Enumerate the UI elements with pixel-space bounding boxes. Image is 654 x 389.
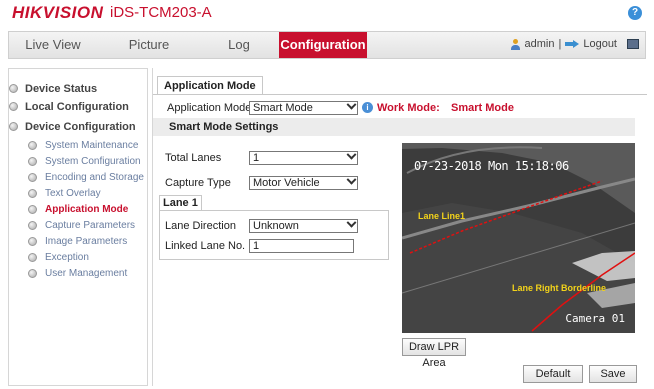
draw-lpr-area-button[interactable]: Draw LPR Area bbox=[402, 338, 466, 369]
camera-label: Camera 01 bbox=[565, 312, 625, 325]
bullet-icon bbox=[28, 205, 37, 214]
tab-application-mode[interactable]: Application Mode bbox=[157, 76, 263, 94]
help-icon[interactable]: ? bbox=[628, 6, 642, 20]
tab-configuration[interactable]: Configuration bbox=[279, 32, 367, 58]
bullet-icon bbox=[28, 157, 37, 166]
sidebar-sub-system-configuration[interactable]: System Configuration bbox=[28, 155, 141, 168]
total-lanes-label: Total Lanes bbox=[165, 152, 222, 164]
sidebar-sub-text-overlay[interactable]: Text Overlay bbox=[28, 187, 101, 200]
main-nav: Live View Picture Log Configuration admi… bbox=[8, 31, 646, 59]
chevron-down-icon bbox=[346, 149, 357, 160]
sidebar-sub-user-management[interactable]: User Management bbox=[28, 267, 127, 280]
sidebar-sub-system-maintenance[interactable]: System Maintenance bbox=[28, 139, 138, 152]
chevron-down-icon bbox=[346, 174, 357, 185]
smart-settings-header: Smart Mode Settings bbox=[153, 118, 635, 136]
user-icon bbox=[510, 38, 521, 50]
bullet-icon bbox=[28, 269, 37, 278]
info-icon[interactable]: i bbox=[362, 102, 373, 113]
app-mode-label: Application Mode bbox=[167, 102, 252, 114]
linked-lane-label: Linked Lane No. bbox=[165, 240, 246, 252]
default-button[interactable]: Default bbox=[523, 365, 583, 383]
tab-log[interactable]: Log bbox=[195, 32, 283, 58]
capture-type-select[interactable]: Motor Vehicle bbox=[249, 174, 358, 190]
sidebar-sub-encoding-storage[interactable]: Encoding and Storage bbox=[28, 171, 144, 184]
top-header: HIKVISION iDS-TCM203-A ? bbox=[0, 0, 654, 26]
sidebar-sub-image-parameters[interactable]: Image Parameters bbox=[28, 235, 127, 248]
bullet-icon bbox=[28, 173, 37, 182]
video-timestamp: 07-23-2018 Mon 15:18:06 bbox=[414, 159, 569, 173]
capture-type-label: Capture Type bbox=[165, 177, 231, 189]
total-lanes-select[interactable]: 1 bbox=[249, 149, 358, 165]
brand-logo: HIKVISION bbox=[12, 3, 104, 22]
bullet-icon bbox=[28, 221, 37, 230]
app-root: HIKVISION iDS-TCM203-A ? Live View Pictu… bbox=[0, 0, 654, 389]
lane-direction-label: Lane Direction bbox=[165, 220, 236, 232]
sidebar-item-device-status[interactable]: Device Status bbox=[9, 81, 97, 97]
bullet-icon bbox=[28, 237, 37, 246]
user-box: admin | Logout bbox=[510, 38, 639, 50]
bullet-icon bbox=[28, 189, 37, 198]
chevron-down-icon bbox=[346, 99, 357, 110]
username: admin bbox=[524, 38, 555, 50]
sidebar-sub-application-mode[interactable]: Application Mode bbox=[28, 203, 128, 216]
bullet-icon bbox=[9, 102, 18, 111]
work-mode-label: Work Mode: bbox=[377, 102, 440, 114]
right-border-label: Lane Right Borderline bbox=[512, 283, 607, 293]
sidebar-sub-exception[interactable]: Exception bbox=[28, 251, 89, 264]
bullet-icon bbox=[9, 84, 18, 93]
video-preview[interactable]: 07-23-2018 Mon 15:18:06 Lane Line1 Lane … bbox=[402, 143, 635, 333]
bullet-icon bbox=[9, 122, 18, 131]
lane-line-label: Lane Line1 bbox=[418, 211, 466, 221]
tab-live-view[interactable]: Live View bbox=[9, 32, 97, 58]
work-mode-value: Smart Mode bbox=[451, 102, 514, 114]
sidebar: Device Status Local Configuration Device… bbox=[8, 68, 148, 386]
main-panel: Application Mode Application Mode Smart … bbox=[152, 68, 647, 386]
linked-lane-input[interactable]: 1 bbox=[249, 239, 354, 253]
save-button[interactable]: Save bbox=[589, 365, 637, 383]
logout-icon[interactable] bbox=[565, 39, 580, 49]
screen-icon[interactable] bbox=[627, 39, 639, 49]
bullet-icon bbox=[28, 141, 37, 150]
lane-direction-select[interactable]: Unknown bbox=[249, 217, 358, 233]
sidebar-item-local-configuration[interactable]: Local Configuration bbox=[9, 99, 129, 115]
bullet-icon bbox=[28, 253, 37, 262]
tab-divider bbox=[153, 94, 647, 95]
app-mode-select[interactable]: Smart Mode bbox=[249, 99, 358, 115]
chevron-down-icon bbox=[346, 217, 357, 228]
tab-lane-1[interactable]: Lane 1 bbox=[159, 195, 202, 210]
tab-picture[interactable]: Picture bbox=[105, 32, 193, 58]
logout-link[interactable]: Logout bbox=[583, 38, 617, 50]
device-model: iDS-TCM203-A bbox=[110, 4, 212, 21]
sidebar-item-device-configuration[interactable]: Device Configuration bbox=[9, 119, 136, 135]
separator: | bbox=[558, 38, 562, 50]
sidebar-sub-capture-parameters[interactable]: Capture Parameters bbox=[28, 219, 135, 232]
